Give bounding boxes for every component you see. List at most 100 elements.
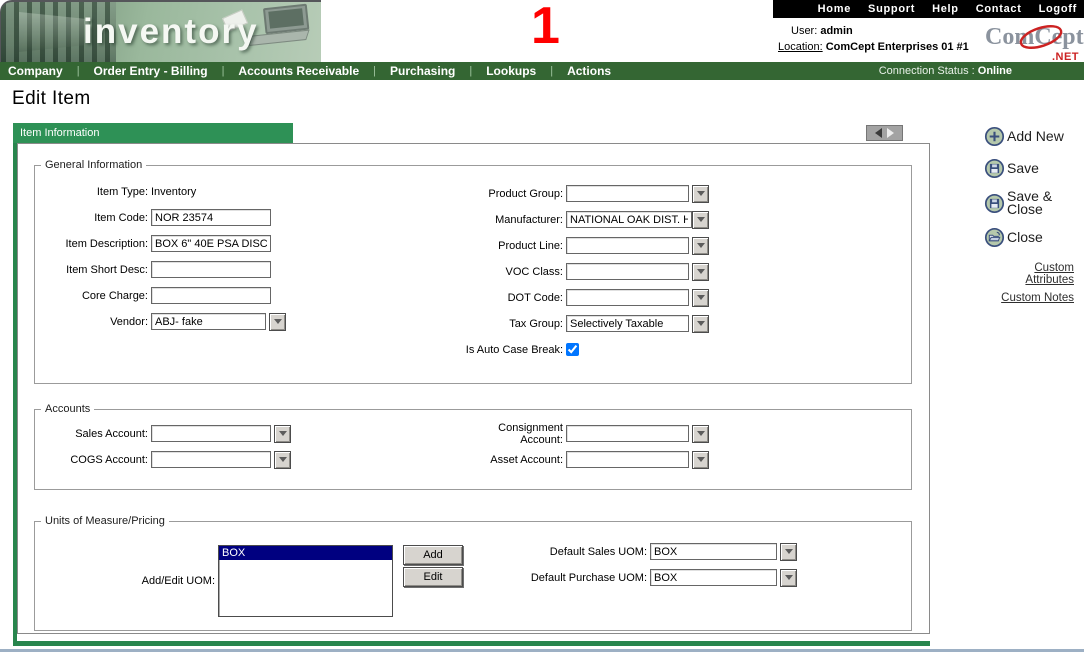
save-and-close-button[interactable]: Save & Close xyxy=(984,190,1080,216)
default-sales-uom-input[interactable] xyxy=(650,543,777,560)
vendor-input[interactable] xyxy=(151,313,266,330)
nav-lookups[interactable]: Lookups xyxy=(486,64,536,78)
product-group-input[interactable] xyxy=(566,185,689,202)
vendor-label: Vendor: xyxy=(37,316,148,328)
contact-link[interactable]: Contact xyxy=(976,3,1022,15)
logoff-link[interactable]: Logoff xyxy=(1039,3,1077,15)
sales-account-input[interactable] xyxy=(151,425,271,442)
location-value: ComCept Enterprises 01 #1 xyxy=(826,41,969,53)
sales-account-dropdown-button[interactable] xyxy=(274,425,291,443)
add-plus-icon xyxy=(984,126,1005,147)
core-charge-label: Core Charge: xyxy=(37,290,148,302)
user-label: User: xyxy=(791,25,817,37)
banner-title: inventory xyxy=(83,12,259,52)
item-type-value: Inventory xyxy=(151,186,196,198)
manufacturer-input[interactable] xyxy=(566,211,692,228)
tab-item-information[interactable]: Item Information xyxy=(13,123,293,143)
tax-group-dropdown-button[interactable] xyxy=(692,315,709,333)
voc-class-dropdown-button[interactable] xyxy=(692,263,709,281)
dot-code-input[interactable] xyxy=(566,289,689,306)
add-new-button[interactable]: Add New xyxy=(984,126,1080,147)
chevron-down-icon xyxy=(697,457,705,462)
save-disk-icon xyxy=(984,158,1005,179)
nav-purchasing[interactable]: Purchasing xyxy=(390,64,455,78)
annotation-number: 1 xyxy=(531,0,560,52)
auto-case-break-checkbox[interactable] xyxy=(566,343,579,356)
add-edit-uom-label: Add/Edit UOM: xyxy=(37,575,215,587)
item-code-input[interactable] xyxy=(151,209,271,226)
product-group-dropdown-button[interactable] xyxy=(692,185,709,203)
product-line-input[interactable] xyxy=(566,237,689,254)
item-short-desc-label: Item Short Desc: xyxy=(37,264,148,276)
inventory-banner: inventory xyxy=(0,0,321,62)
prev-tab-icon[interactable] xyxy=(875,128,882,138)
item-description-input[interactable] xyxy=(151,235,271,252)
consignment-account-dropdown-button[interactable] xyxy=(692,425,709,443)
app-window: inventory 1 Home Support Help Contact Lo… xyxy=(0,0,1084,652)
support-link[interactable]: Support xyxy=(868,3,915,15)
default-sales-uom-dropdown-button[interactable] xyxy=(780,543,797,561)
user-value: admin xyxy=(820,25,852,37)
top-link-bar: Home Support Help Contact Logoff xyxy=(773,0,1084,18)
core-charge-input[interactable] xyxy=(151,287,271,304)
uom-section: Units of Measure/Pricing Add/Edit UOM: B… xyxy=(34,515,912,631)
item-description-label: Item Description: xyxy=(37,238,148,250)
chevron-down-icon xyxy=(279,457,287,462)
default-purchase-uom-input[interactable] xyxy=(650,569,777,586)
default-purchase-uom-label: Default Purchase UOM: xyxy=(439,572,647,584)
cogs-account-label: COGS Account: xyxy=(37,454,148,466)
product-group-label: Product Group: xyxy=(455,188,563,200)
asset-account-label: Asset Account: xyxy=(455,454,563,466)
close-folder-icon xyxy=(984,227,1005,248)
uom-list-item[interactable]: BOX xyxy=(219,546,392,560)
chevron-down-icon xyxy=(697,269,705,274)
uom-legend: Units of Measure/Pricing xyxy=(41,515,169,527)
chevron-down-icon xyxy=(785,549,793,554)
voc-class-input[interactable] xyxy=(566,263,689,280)
connection-status-value: Online xyxy=(978,65,1012,77)
nav-company[interactable]: Company xyxy=(8,64,63,78)
action-panel: Add New Save Save & Close xyxy=(984,126,1080,310)
close-button[interactable]: Close xyxy=(984,227,1080,248)
custom-notes-link[interactable]: Custom Notes xyxy=(984,292,1074,304)
uom-listbox[interactable]: BOX xyxy=(218,545,393,617)
chevron-down-icon xyxy=(697,321,705,326)
chevron-down-icon xyxy=(697,191,705,196)
default-sales-uom-label: Default Sales UOM: xyxy=(439,546,647,558)
nav-order-entry-billing[interactable]: Order Entry - Billing xyxy=(94,64,208,78)
home-link[interactable]: Home xyxy=(818,3,851,15)
vendor-dropdown-button[interactable] xyxy=(269,313,286,331)
manufacturer-label: Manufacturer: xyxy=(455,214,563,226)
consignment-account-input[interactable] xyxy=(566,425,689,442)
comcept-logo: ComCept .NET xyxy=(985,22,1081,62)
nav-actions[interactable]: Actions xyxy=(567,64,611,78)
cogs-account-dropdown-button[interactable] xyxy=(274,451,291,469)
sales-account-label: Sales Account: xyxy=(37,428,148,440)
tab-pager[interactable] xyxy=(866,125,903,141)
item-short-desc-input[interactable] xyxy=(151,261,271,278)
manufacturer-dropdown-button[interactable] xyxy=(692,211,709,229)
consignment-account-label: Consignment Account: xyxy=(455,422,563,446)
default-purchase-uom-dropdown-button[interactable] xyxy=(780,569,797,587)
custom-attributes-link[interactable]: Custom Attributes xyxy=(984,262,1074,286)
asset-account-dropdown-button[interactable] xyxy=(692,451,709,469)
asset-account-input[interactable] xyxy=(566,451,689,468)
nav-accounts-receivable[interactable]: Accounts Receivable xyxy=(238,64,359,78)
chevron-down-icon xyxy=(697,217,705,222)
next-tab-icon[interactable] xyxy=(887,128,894,138)
chevron-down-icon xyxy=(274,319,282,324)
product-line-dropdown-button[interactable] xyxy=(692,237,709,255)
chevron-down-icon xyxy=(697,431,705,436)
item-code-label: Item Code: xyxy=(37,212,148,224)
dot-code-dropdown-button[interactable] xyxy=(692,289,709,307)
product-line-label: Product Line: xyxy=(455,240,563,252)
save-button[interactable]: Save xyxy=(984,158,1080,179)
location-link[interactable]: Location: xyxy=(778,41,823,53)
chevron-down-icon xyxy=(785,575,793,580)
tax-group-input[interactable] xyxy=(566,315,689,332)
item-panel: Item Information General Information Ite… xyxy=(13,123,930,646)
help-link[interactable]: Help xyxy=(932,3,959,15)
cogs-account-input[interactable] xyxy=(151,451,271,468)
voc-class-label: VOC Class: xyxy=(455,266,563,278)
panel-content: General Information Item Type: Inventory… xyxy=(17,143,930,634)
